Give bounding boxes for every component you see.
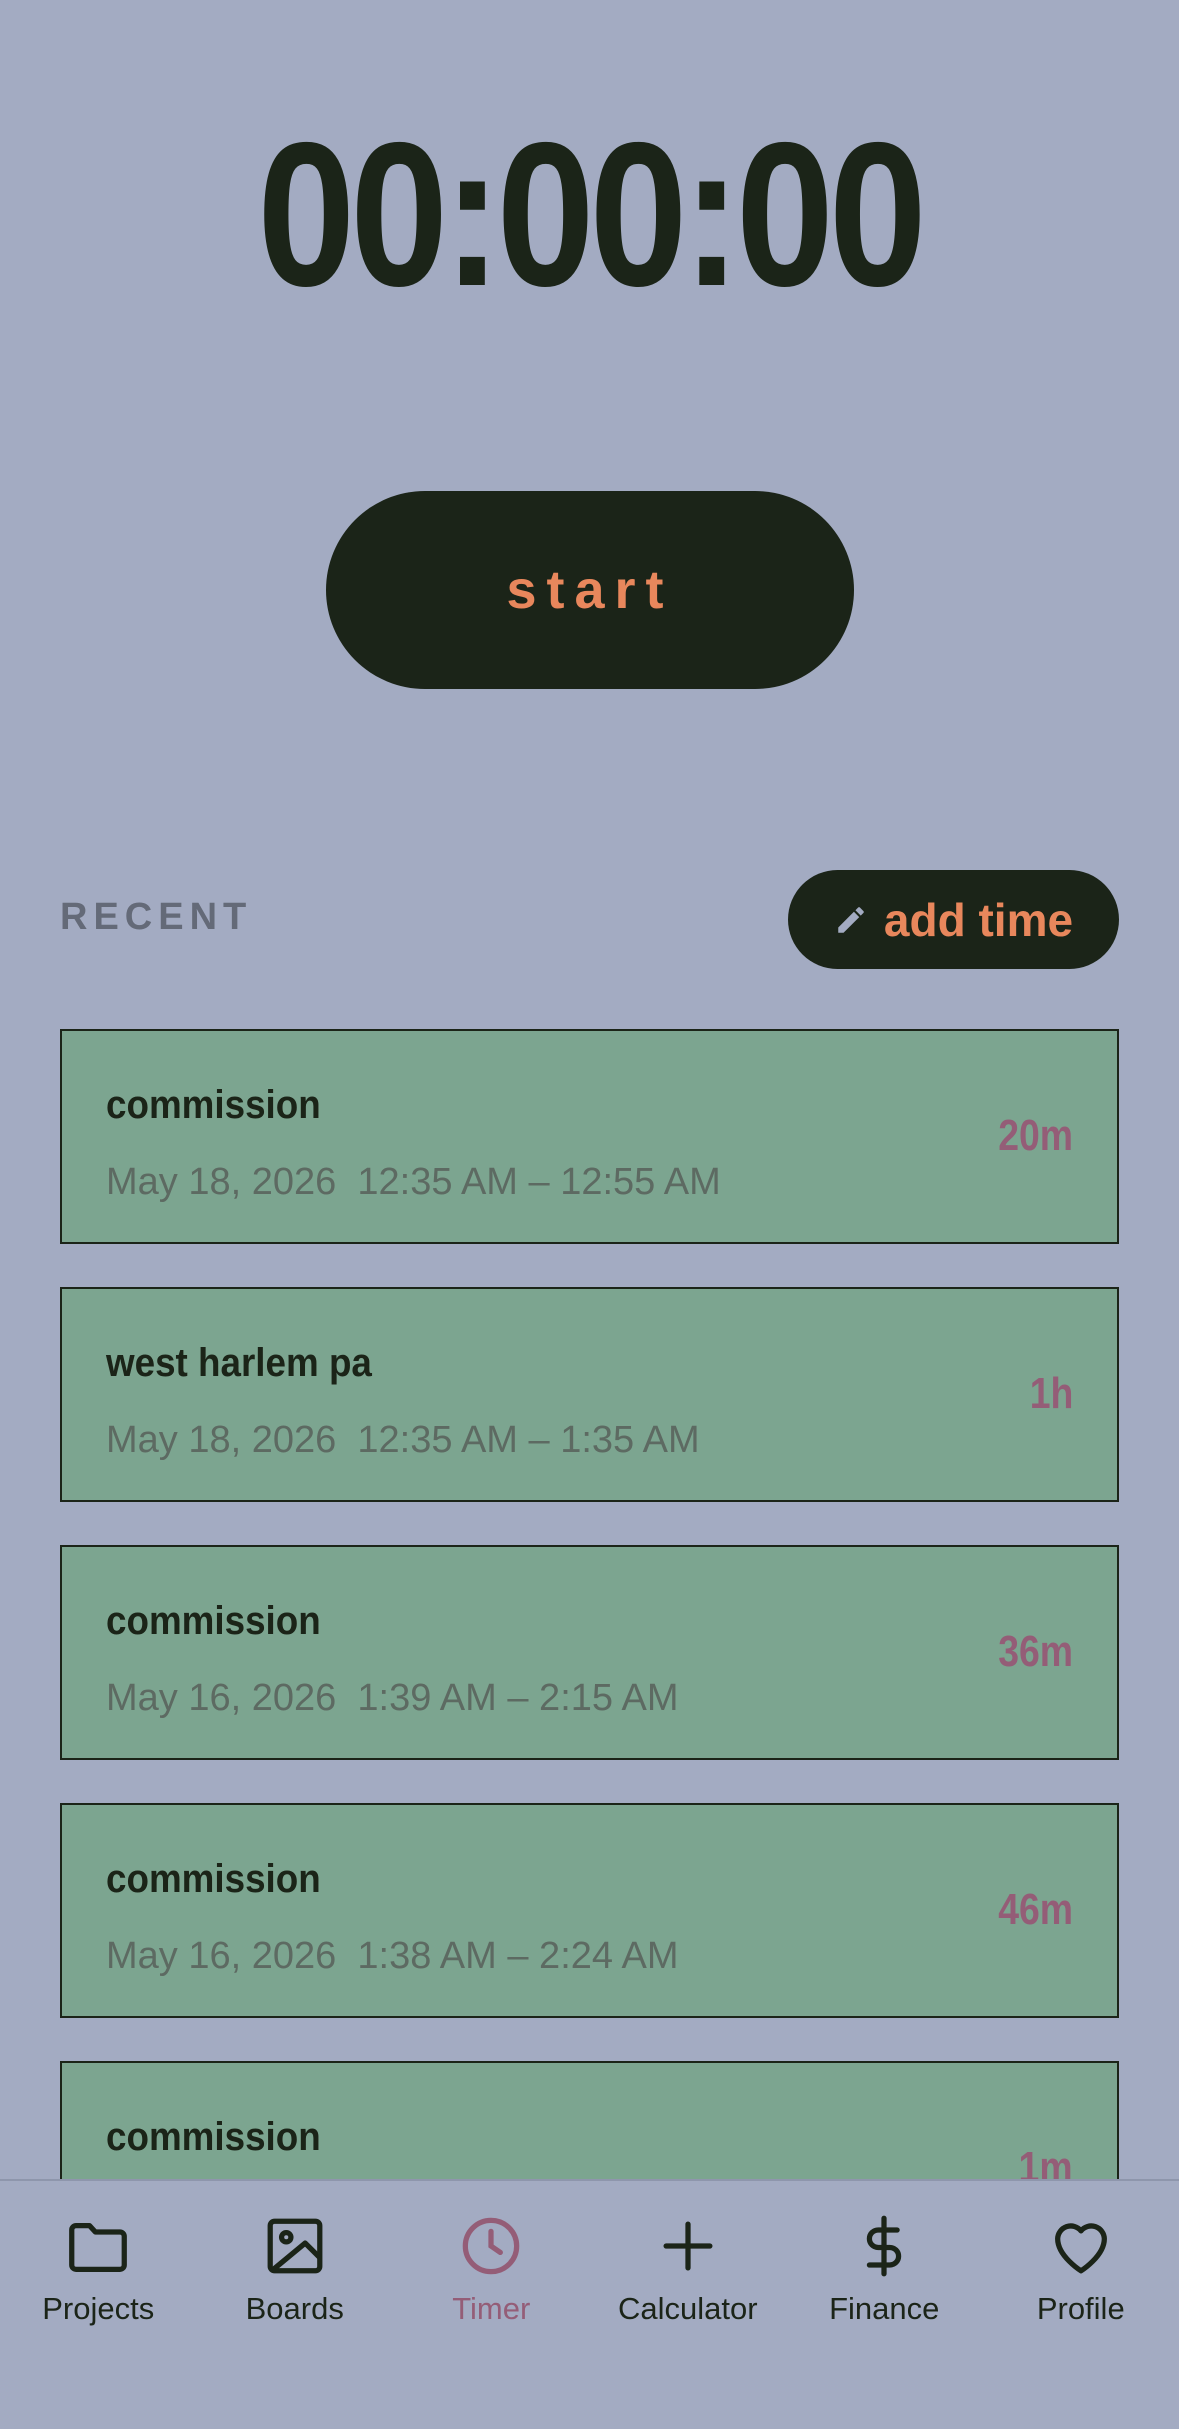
entry-duration: 36m (998, 1627, 1073, 1676)
entry-date: May 18, 2026 (106, 1419, 337, 1461)
image-icon (267, 2218, 323, 2274)
entry-duration: 1h (1029, 1369, 1073, 1418)
entry-range: 1:39 AM – 2:15 AM (357, 1677, 679, 1719)
entry-range: 1:38 AM – 2:24 AM (357, 1935, 679, 1977)
nav-label: Finance (829, 2291, 940, 2326)
nav-label: Projects (42, 2291, 155, 2326)
nav-item-projects[interactable]: Projects (0, 2181, 197, 2429)
plus-icon (663, 2221, 713, 2271)
nav-item-profile[interactable]: Profile (983, 2181, 1179, 2429)
add-time-label: add time (883, 893, 1074, 946)
entry-title: commission (106, 1083, 321, 1127)
nav-item-calculator[interactable]: Calculator (590, 2181, 787, 2429)
add-time-button[interactable]: add time (788, 870, 1119, 969)
folder-icon (69, 2222, 128, 2272)
entry-title: commission (106, 2115, 321, 2159)
nav-item-timer[interactable]: Timer (393, 2181, 590, 2429)
nav-label: Timer (452, 2291, 531, 2326)
dollar-icon (867, 2215, 902, 2277)
entry-title: commission (106, 1599, 321, 1643)
entry-title: west harlem pa (106, 1341, 372, 1385)
list-item[interactable]: west harlem pa May 18, 2026 12:35 AM – 1… (60, 1287, 1119, 1502)
entry-title: commission (106, 1857, 321, 1901)
recent-entries-list: commission May 18, 2026 12:35 AM – 12:55… (60, 1029, 1119, 2319)
entry-range: 12:35 AM – 1:35 AM (357, 1419, 700, 1461)
entry-duration: 20m (998, 1111, 1073, 1160)
entry-time-range: May 18, 2026 12:35 AM – 12:55 AM (106, 1161, 721, 1204)
entry-time-range: May 16, 2026 1:38 AM – 2:24 AM (106, 1935, 678, 1978)
list-item[interactable]: commission May 18, 2026 12:35 AM – 12:55… (60, 1029, 1119, 1244)
entry-time-range: May 18, 2026 12:35 AM – 1:35 AM (106, 1419, 700, 1462)
bottom-nav: Projects Boards Timer Calculator Finance… (0, 2179, 1179, 2429)
recent-heading: RECENT (60, 896, 253, 938)
start-button[interactable]: start (326, 491, 854, 689)
list-item[interactable]: commission May 16, 2026 1:39 AM – 2:15 A… (60, 1545, 1119, 1760)
entry-duration: 46m (998, 1885, 1073, 1934)
entry-time-range: May 16, 2026 1:39 AM – 2:15 AM (106, 1677, 678, 1720)
nav-item-boards[interactable]: Boards (197, 2181, 394, 2429)
clock-icon (462, 2217, 520, 2275)
entry-date: May 16, 2026 (106, 1935, 337, 1977)
entry-range: 12:35 AM – 12:55 AM (357, 1161, 721, 1203)
heart-icon (1054, 2223, 1107, 2274)
pencil-icon (838, 906, 864, 933)
nav-label: Boards (245, 2291, 344, 2326)
nav-item-finance[interactable]: Finance (786, 2181, 983, 2429)
list-item[interactable]: commission May 16, 2026 1:38 AM – 2:24 A… (60, 1803, 1119, 2018)
timer-display: 00:00:00 (257, 100, 927, 329)
timer-screen: 00:00:00 start RECENT add time commissio… (0, 0, 1179, 2429)
entry-date: May 18, 2026 (106, 1161, 337, 1203)
nav-label: Profile (1036, 2291, 1125, 2326)
entry-date: May 16, 2026 (106, 1677, 337, 1719)
nav-label: Calculator (617, 2291, 758, 2326)
